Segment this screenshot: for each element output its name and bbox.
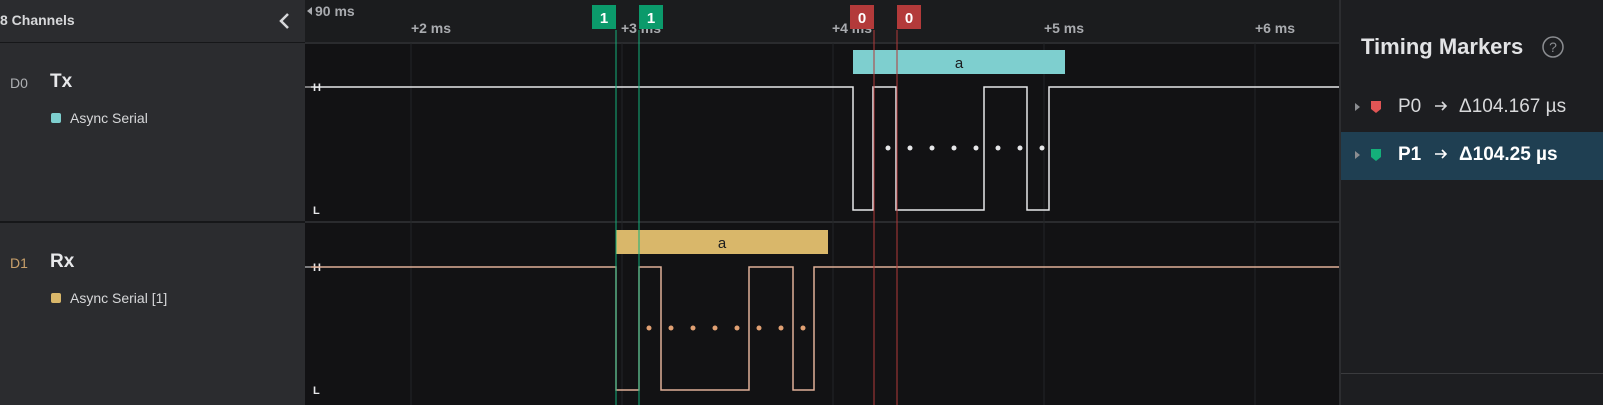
expand-icon[interactable] — [1355, 103, 1360, 111]
rx-decoded-value: a — [718, 235, 727, 252]
tick-label: +6 ms — [1255, 20, 1295, 36]
analyzer-color-swatch — [51, 293, 61, 303]
level-low-label: L — [313, 385, 320, 397]
channel-panel-header: 8 Channels — [0, 0, 305, 43]
marker-name: P1 — [1398, 144, 1422, 165]
timing-marker-label: 0 — [858, 10, 866, 27]
marker-delta: Δ104.25 µs — [1459, 144, 1558, 165]
timing-marker-label: 1 — [600, 10, 608, 27]
channel-id: D0 — [10, 75, 28, 91]
expand-icon[interactable] — [1355, 151, 1360, 159]
marker-flag-icon — [1371, 149, 1381, 161]
arrow-right-icon — [1435, 149, 1448, 159]
timing-marker-label: 0 — [905, 10, 913, 27]
channel-panel: 8 Channels D0 Tx Async Serial D1 Rx Asyn… — [0, 0, 305, 405]
timing-marker-row-p0[interactable]: P0 Δ104.167 µs — [1341, 84, 1603, 132]
panel-divider — [1341, 373, 1603, 374]
time-ruler[interactable] — [305, 0, 1339, 43]
channel-divider — [0, 221, 305, 223]
panel-title: Timing Markers — [1361, 34, 1524, 59]
grid-lines — [410, 43, 1256, 405]
waveform-canvas[interactable]: 90 ms +2 ms +3 ms +4 ms +5 ms +6 ms H L … — [305, 0, 1339, 405]
waveform-view[interactable]: 90 ms +2 ms +3 ms +4 ms +5 ms +6 ms H L … — [305, 0, 1339, 405]
tick-label: +2 ms — [411, 20, 451, 36]
arrow-right-icon — [1435, 101, 1448, 111]
help-icon[interactable]: ? — [1541, 35, 1565, 59]
svg-text:?: ? — [1549, 39, 1557, 55]
analyzer-name[interactable]: Async Serial — [70, 110, 148, 126]
timing-marker-row-p1[interactable]: P1 Δ104.25 µs — [1341, 132, 1603, 180]
collapse-chevron-icon[interactable] — [274, 10, 296, 32]
marker-flag-icon — [1371, 101, 1381, 113]
analyzer-name[interactable]: Async Serial [1] — [70, 290, 167, 306]
tick-label: +5 ms — [1044, 20, 1084, 36]
channel-name[interactable]: Tx — [50, 71, 72, 93]
level-low-label: L — [313, 205, 320, 217]
marker-name: P0 — [1398, 96, 1422, 117]
level-high-label: H — [313, 262, 321, 274]
tx-waveform — [311, 86, 1339, 211]
marker-delta: Δ104.167 µs — [1459, 96, 1567, 117]
tx-decoded-value: a — [955, 55, 964, 72]
rx-waveform — [311, 266, 1339, 391]
analyzer-color-swatch — [51, 113, 61, 123]
channel-id: D1 — [10, 255, 28, 271]
timing-markers-panel: Timing Markers ? P0 Δ104.167 µs P1 Δ104.… — [1339, 0, 1603, 405]
tx-bit-dots — [885, 145, 1045, 151]
rx-bit-dots — [646, 325, 806, 331]
channel-count-title: 8 Channels — [0, 12, 75, 28]
timing-marker-label: 1 — [647, 10, 655, 27]
time-offset-label: 90 ms — [315, 3, 355, 19]
level-high-label: H — [313, 82, 321, 94]
channel-name[interactable]: Rx — [50, 251, 74, 273]
